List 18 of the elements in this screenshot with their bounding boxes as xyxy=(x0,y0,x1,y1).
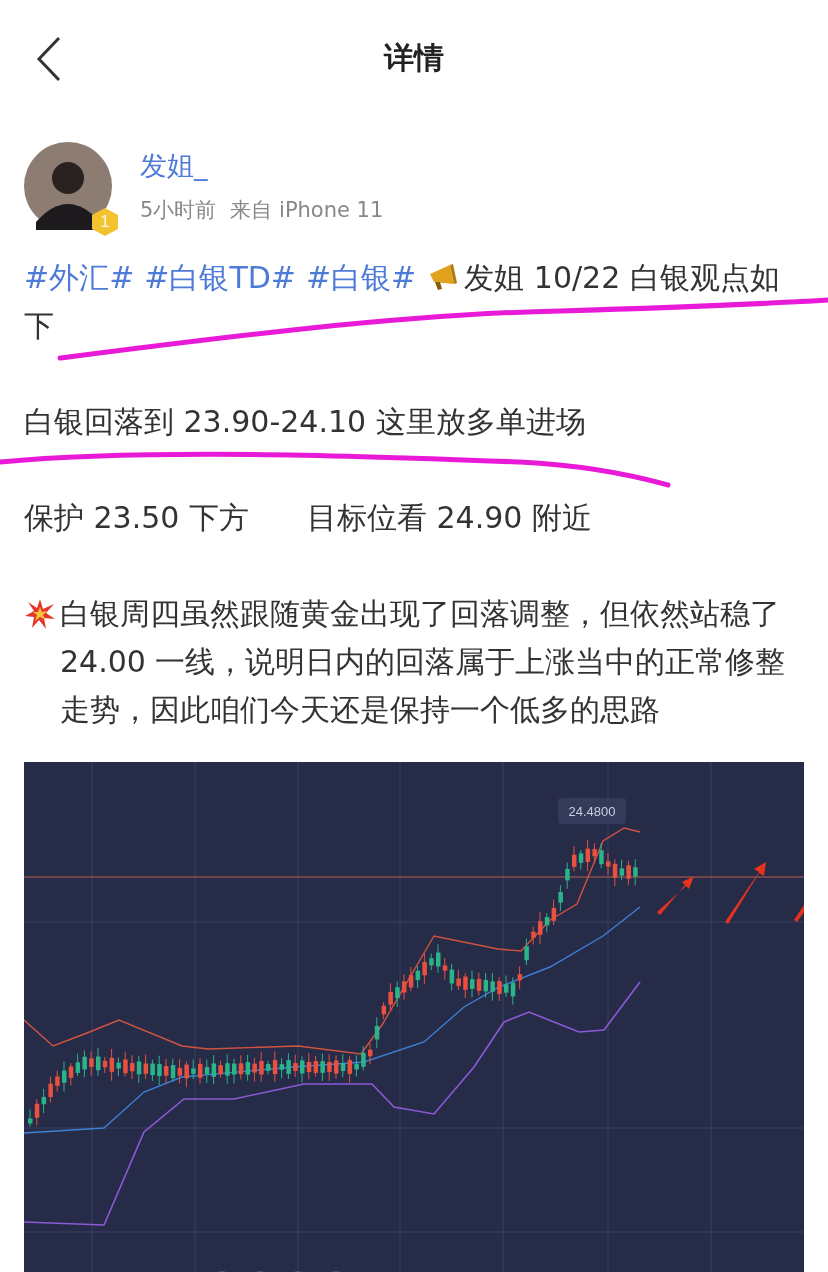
hashtag-link[interactable]: #外汇# xyxy=(24,260,135,295)
page-title: 详情 xyxy=(384,38,444,77)
back-button[interactable] xyxy=(36,36,62,82)
post-time: 5小时前 xyxy=(140,197,217,224)
hashtag-link[interactable]: #白银TD# xyxy=(144,260,296,295)
level-badge: 1 xyxy=(92,208,118,236)
avatar[interactable] xyxy=(24,142,112,230)
post-source: 来自 iPhone 11 xyxy=(230,197,384,224)
target-text: 目标位看 24.90 附近 xyxy=(306,499,592,537)
entry-text: 白银回落到 23.90-24.10 这里放多单进场 xyxy=(24,403,587,441)
hashtag-link[interactable]: #白银# xyxy=(306,260,417,295)
burst-icon xyxy=(24,598,56,630)
picture: 24.4800 xyxy=(24,762,804,1272)
analysis-text: 白银周四虽然跟随黄金出现了回落调整，但依然站稳了 24.00 一线，说明日内的回落属于上涨当中的正常修整走势，因此咱们今天还是保持一个低多的思路 xyxy=(60,595,787,729)
back-chevron-icon xyxy=(36,36,62,82)
author-name[interactable]: 发姐_ xyxy=(140,148,384,184)
stop-text: 保护 23.50 下方 xyxy=(24,499,249,537)
intro-paragraph: #外汇# #白银TD# #白银# 发姐 10/22 白银观点如下 xyxy=(24,259,781,345)
